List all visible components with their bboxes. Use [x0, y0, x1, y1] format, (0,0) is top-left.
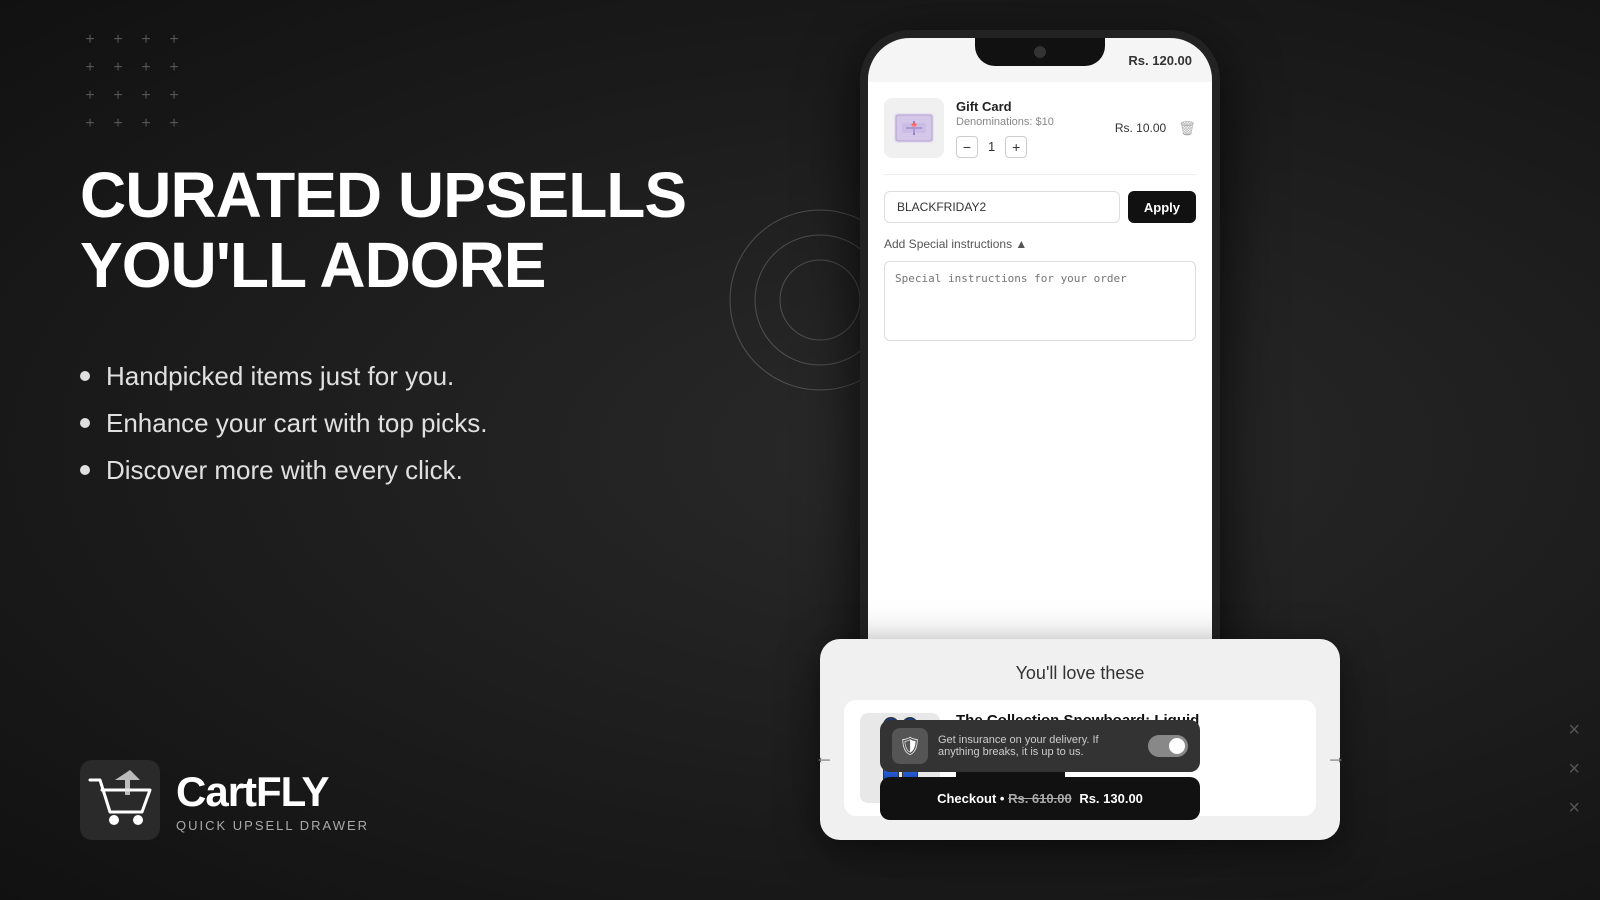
toggle-knob: [1169, 738, 1185, 754]
insurance-row: 🛡 Get insurance on your delivery. If any…: [880, 720, 1200, 772]
checkout-bar[interactable]: Checkout • Rs. 610.00 Rs. 130.00: [880, 777, 1200, 820]
quantity-controls: − 1 +: [956, 136, 1103, 158]
x-mark-2: ×: [1568, 758, 1580, 781]
upsell-title: You'll love these: [844, 663, 1316, 684]
upsell-next-button[interactable]: →: [1326, 747, 1346, 770]
bullet-dot: [80, 371, 90, 381]
quantity-display: 1: [988, 139, 995, 154]
logo-tagline: QUICK UPSELL DRAWER: [176, 818, 369, 833]
decorative-plus-grid: + + + + + + + + + + + + + + + +: [80, 30, 184, 134]
bullet-item-3: Discover more with every click.: [80, 455, 700, 486]
status-amount: Rs. 120.00: [1128, 53, 1192, 68]
plus-icon: +: [164, 30, 184, 50]
x-mark-1: ×: [1568, 719, 1580, 742]
plus-icon: +: [80, 114, 100, 134]
plus-icon: +: [108, 58, 128, 78]
coupon-row: Apply: [884, 191, 1196, 223]
special-instructions-textarea[interactable]: [884, 261, 1196, 341]
apply-coupon-button[interactable]: Apply: [1128, 191, 1196, 223]
plus-icon: +: [164, 58, 184, 78]
plus-icon: +: [80, 58, 100, 78]
headline: CURATED UPSELLS YOU'LL ADORE: [80, 160, 700, 301]
plus-icon: +: [136, 58, 156, 78]
decorative-x-marks: × × ×: [1568, 719, 1580, 820]
logo-area: CartFLY QUICK UPSELL DRAWER: [80, 760, 369, 840]
feature-list: Handpicked items just for you. Enhance y…: [80, 361, 700, 486]
delete-item-button[interactable]: 🗑: [1178, 120, 1196, 137]
bullet-item-2: Enhance your cart with top picks.: [80, 408, 700, 439]
x-mark-3: ×: [1568, 797, 1580, 820]
quantity-decrease-button[interactable]: −: [956, 136, 978, 158]
plus-icon: +: [80, 30, 100, 50]
cart-item-details: Gift Card Denominations: $10 − 1 +: [956, 99, 1103, 158]
cart-item-denomination: Denominations: $10: [956, 116, 1103, 128]
insurance-toggle[interactable]: [1148, 735, 1188, 757]
special-instructions-toggle[interactable]: Add Special instructions ▲: [884, 237, 1196, 251]
left-content: CURATED UPSELLS YOU'LL ADORE Handpicked …: [80, 160, 700, 502]
plus-icon: +: [136, 86, 156, 106]
insurance-text: Get insurance on your delivery. If anyth…: [938, 734, 1138, 758]
cart-item: Gift Card Denominations: $10 − 1 + Rs. 1…: [884, 98, 1196, 175]
plus-icon: +: [136, 30, 156, 50]
checkout-old-price: Rs. 610.00: [1008, 791, 1072, 806]
plus-icon: +: [108, 114, 128, 134]
coupon-input[interactable]: [884, 191, 1120, 223]
logo-name: CartFLY: [176, 768, 369, 816]
bullet-item-1: Handpicked items just for you.: [80, 361, 700, 392]
bullet-dot: [80, 465, 90, 475]
cart-item-name: Gift Card: [956, 99, 1103, 114]
toggle-label: Add Special instructions ▲: [884, 237, 1027, 251]
logo-text: CartFLY QUICK UPSELL DRAWER: [176, 768, 369, 833]
plus-icon: +: [164, 86, 184, 106]
plus-icon: +: [80, 86, 100, 106]
insurance-icon: 🛡: [892, 728, 928, 764]
phone-camera: [1034, 46, 1046, 58]
checkout-new-price: Rs. 130.00: [1079, 791, 1143, 806]
plus-icon: +: [108, 30, 128, 50]
cart-fly-logo-icon: [80, 760, 160, 840]
quantity-increase-button[interactable]: +: [1005, 136, 1027, 158]
cart-item-image: [884, 98, 944, 158]
plus-icon: +: [164, 114, 184, 134]
upsell-prev-button[interactable]: ←: [814, 747, 834, 770]
plus-icon: +: [108, 86, 128, 106]
plus-icon: +: [136, 114, 156, 134]
bullet-dot: [80, 418, 90, 428]
cart-item-price: Rs. 10.00: [1115, 121, 1166, 135]
